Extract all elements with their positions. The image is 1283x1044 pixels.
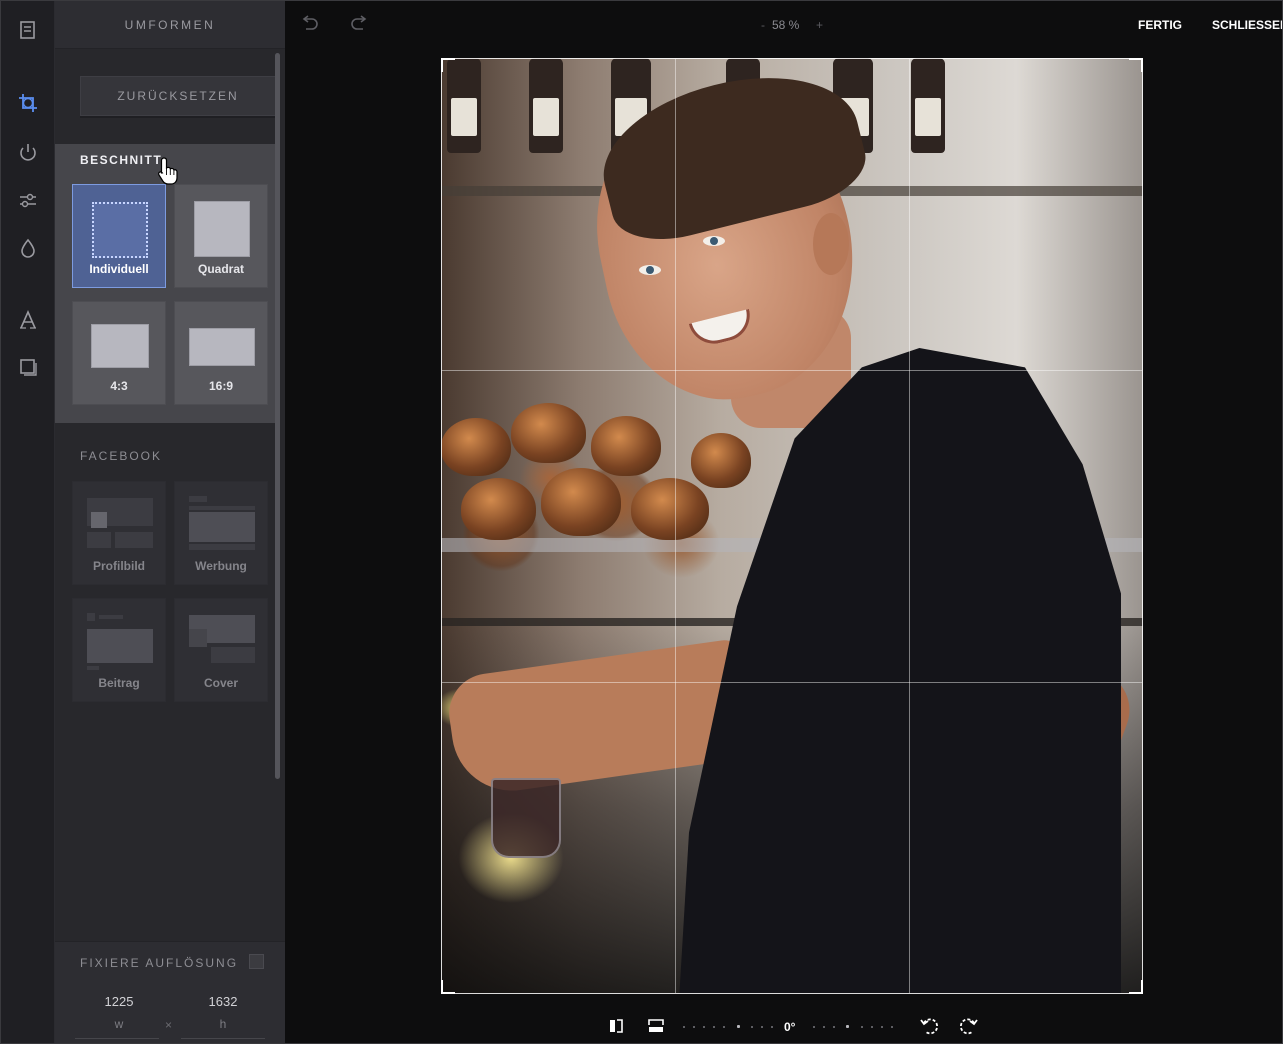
fb-preview-block <box>189 506 255 510</box>
flip-horizontal-icon[interactable] <box>605 1015 627 1037</box>
rotate-right-icon[interactable] <box>958 1015 980 1037</box>
adjust-icon[interactable] <box>13 185 43 215</box>
rotation-tick <box>703 1026 705 1028</box>
rotation-value[interactable]: 0° <box>784 1020 795 1034</box>
facebook-section-title: FACEBOOK <box>80 449 163 463</box>
width-input[interactable]: 1225 <box>79 994 159 1009</box>
rotation-tick <box>833 1026 835 1028</box>
fb-post-preview-icon <box>87 629 153 663</box>
zoom-in-button[interactable]: + <box>816 18 823 32</box>
square-shape-icon <box>194 201 250 257</box>
rotation-tick <box>881 1026 883 1028</box>
filter-icon[interactable] <box>13 137 43 167</box>
crop-grid-line <box>675 59 676 993</box>
facebook-option-cover[interactable]: Cover <box>174 598 268 702</box>
ratio-16-9-shape-icon <box>189 328 255 366</box>
crop-handle-top-left[interactable] <box>441 58 455 72</box>
undo-icon[interactable] <box>299 13 321 35</box>
custom-crop-shape-icon <box>92 202 148 258</box>
drop-icon[interactable] <box>13 233 43 263</box>
crop-option-label: 4:3 <box>110 379 128 393</box>
rotation-tick <box>891 1026 893 1028</box>
crop-icon[interactable] <box>13 88 43 118</box>
done-button[interactable]: FERTIG <box>1138 18 1182 32</box>
width-label: w <box>114 1017 124 1031</box>
rotation-tick <box>737 1025 740 1028</box>
crop-handle-top-right[interactable] <box>1129 58 1143 72</box>
crop-section-title: BESCHNITT <box>80 153 163 167</box>
facebook-option-label: Cover <box>203 676 238 690</box>
facebook-option-post[interactable]: Beitrag <box>72 598 166 702</box>
reset-button-label: ZURÜCKSETZEN <box>117 89 239 103</box>
fb-preview-block <box>87 613 95 621</box>
fb-preview-block <box>99 615 123 619</box>
height-input[interactable]: 1632 <box>183 994 263 1009</box>
height-label: h <box>219 1017 227 1031</box>
resolution-separator: × <box>165 1018 173 1032</box>
ratio-4-3-shape-icon <box>91 324 149 368</box>
facebook-option-label: Werbung <box>195 559 247 573</box>
facebook-option-ad[interactable]: Werbung <box>174 481 268 585</box>
fb-preview-block <box>87 532 111 548</box>
rotate-left-icon[interactable] <box>918 1015 940 1037</box>
fb-preview-block <box>115 532 153 548</box>
panel-title: UMFORMEN <box>124 17 216 32</box>
width-underline <box>75 1038 159 1039</box>
fb-preview-block <box>189 629 207 647</box>
crop-option-label: 16:9 <box>208 379 234 393</box>
fb-ad-preview-icon <box>189 512 255 542</box>
crop-grid-line <box>442 370 1142 371</box>
crop-option-label: Quadrat <box>197 262 244 276</box>
flip-vertical-icon[interactable] <box>645 1015 667 1037</box>
rotation-tick <box>723 1026 725 1028</box>
panel-scrollbar[interactable] <box>275 53 280 779</box>
fb-preview-block <box>189 544 255 550</box>
facebook-option-profile[interactable]: Profilbild <box>72 481 166 585</box>
crop-handle-bottom-left[interactable] <box>441 980 455 994</box>
rotation-tick <box>823 1026 825 1028</box>
crop-frame[interactable] <box>441 58 1143 994</box>
text-icon[interactable] <box>13 305 43 335</box>
document-icon[interactable] <box>13 15 43 45</box>
fb-preview-block <box>211 647 255 663</box>
crop-option-label: Individuell <box>89 262 149 276</box>
zoom-out-button[interactable]: - <box>761 18 765 32</box>
crop-option-16-9[interactable]: 16:9 <box>174 301 268 405</box>
crop-option-square[interactable]: Quadrat <box>174 184 268 288</box>
tool-rail <box>1 1 55 1043</box>
rotation-tick <box>683 1026 685 1028</box>
crop-handle-bottom-right[interactable] <box>1129 980 1143 994</box>
crop-option-custom[interactable]: Individuell <box>72 184 166 288</box>
crop-grid-line <box>442 682 1142 683</box>
crop-option-4-3[interactable]: 4:3 <box>72 301 166 405</box>
zoom-level: 58 % <box>772 18 800 32</box>
facebook-option-label: Profilbild <box>93 559 145 573</box>
rotation-tick <box>871 1026 873 1028</box>
fixed-resolution-section: FIXIERE AUFLÖSUNG 1225 w × 1632 h <box>55 941 285 1043</box>
rotation-tick <box>761 1026 763 1028</box>
rotation-tick <box>861 1026 863 1028</box>
panel-header: UMFORMEN <box>55 1 285 49</box>
frame-icon[interactable] <box>13 352 43 382</box>
height-underline <box>181 1038 265 1039</box>
redo-icon[interactable] <box>348 13 370 35</box>
hand-cursor-icon <box>157 156 179 186</box>
photo-editor: UMFORMEN ZURÜCKSETZEN BESCHNITT Individu… <box>0 0 1283 1044</box>
facebook-option-label: Beitrag <box>98 676 140 690</box>
close-button[interactable]: SCHLIESSEN <box>1212 18 1282 32</box>
fb-profile-preview-icon <box>91 512 107 528</box>
rotation-tick <box>771 1026 773 1028</box>
rotation-tick <box>693 1026 695 1028</box>
rotation-tick <box>846 1025 849 1028</box>
fixed-resolution-title: FIXIERE AUFLÖSUNG <box>80 956 239 970</box>
fb-preview-block <box>87 666 99 670</box>
fixed-resolution-checkbox[interactable] <box>249 954 264 969</box>
rotation-tick <box>751 1026 753 1028</box>
fb-preview-block <box>189 496 207 502</box>
rotation-tick <box>813 1026 815 1028</box>
reset-button[interactable]: ZURÜCKSETZEN <box>80 76 276 116</box>
crop-grid-line <box>909 59 910 993</box>
rotation-toolbar: 0° <box>601 1013 991 1041</box>
rotation-tick <box>713 1026 715 1028</box>
